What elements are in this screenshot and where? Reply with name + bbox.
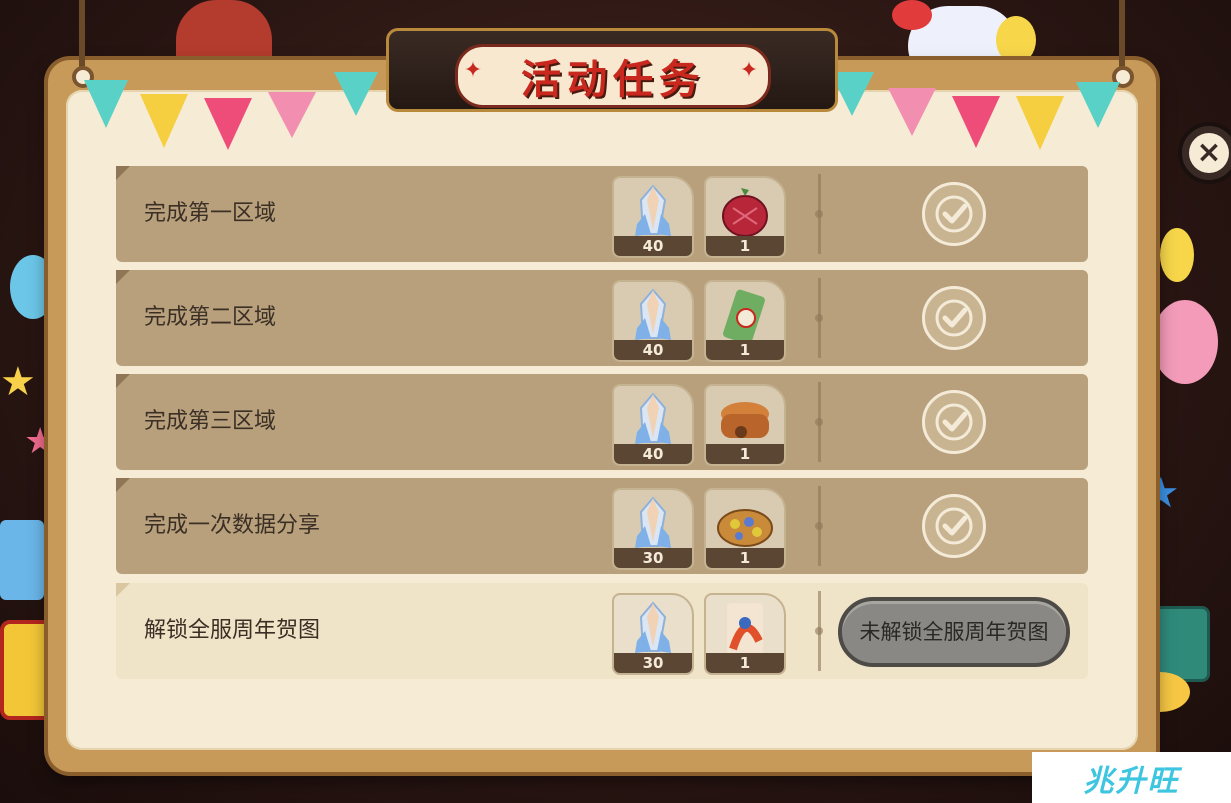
reward-quantity: 1 bbox=[706, 548, 784, 568]
red-gem-fruit-icon bbox=[719, 184, 771, 244]
row-divider-dot bbox=[815, 418, 823, 426]
row-divider-dot bbox=[815, 522, 823, 530]
locked-status-label: 未解锁全服周年贺图 bbox=[859, 620, 1049, 644]
claimed-check-icon bbox=[922, 182, 986, 246]
watermark-text: 兆升旺 bbox=[1083, 763, 1180, 799]
row-corner-notch bbox=[116, 583, 130, 597]
task-row: 解锁全服周年贺图 30 1 未解锁全服周年贺图 bbox=[116, 583, 1088, 679]
balloon-right-icon bbox=[1152, 300, 1218, 384]
balloon-yellow-icon bbox=[1160, 228, 1194, 282]
flag-icon bbox=[84, 80, 128, 128]
task-label: 完成第二区域 bbox=[144, 305, 277, 330]
task-row: 完成第三区域 40 1 bbox=[116, 374, 1088, 470]
star-yellow-icon: ★ bbox=[0, 359, 36, 405]
task-label: 完成第三区域 bbox=[144, 409, 277, 434]
row-divider-dot bbox=[815, 210, 823, 218]
close-button[interactable]: × bbox=[1178, 122, 1231, 184]
gift-box-blue-icon bbox=[0, 520, 44, 600]
task-label: 解锁全服周年贺图 bbox=[144, 618, 321, 643]
reward-quantity: 40 bbox=[614, 444, 692, 464]
row-corner-notch bbox=[116, 478, 130, 492]
flag-icon bbox=[1076, 82, 1120, 128]
reward-quantity: 30 bbox=[614, 548, 692, 568]
claimed-check-icon bbox=[922, 494, 986, 558]
reward-quantity: 1 bbox=[706, 653, 784, 673]
task-label: 完成一次数据分享 bbox=[144, 513, 321, 538]
task-label: 完成第一区域 bbox=[144, 201, 277, 226]
pie-icon bbox=[715, 496, 775, 556]
balloon-red-top-icon bbox=[892, 0, 932, 30]
title-plate: 活动任务 bbox=[455, 44, 771, 108]
task-row: 完成一次数据分享 30 1 bbox=[116, 478, 1088, 574]
reward-quantity: 1 bbox=[706, 444, 784, 464]
flag-icon bbox=[952, 96, 1000, 148]
row-divider-dot bbox=[815, 314, 823, 322]
page-title: 活动任务 bbox=[521, 57, 705, 103]
sparkle-icon: ✦ bbox=[739, 58, 759, 83]
reward-item[interactable]: 1 bbox=[704, 176, 786, 258]
post-right-pole bbox=[1119, 0, 1125, 72]
reward-quantity: 1 bbox=[706, 340, 784, 360]
reward-item[interactable]: 1 bbox=[704, 593, 786, 675]
balloon-yellow-top-icon bbox=[996, 16, 1036, 64]
row-corner-notch bbox=[116, 270, 130, 284]
reward-item[interactable]: 1 bbox=[704, 280, 786, 362]
crystal-icon bbox=[629, 601, 677, 661]
locked-status-button[interactable]: 未解锁全服周年贺图 bbox=[838, 597, 1070, 667]
crystal-icon bbox=[629, 392, 677, 452]
reward-item[interactable]: 40 bbox=[612, 384, 694, 466]
claimed-check-icon bbox=[922, 390, 986, 454]
row-corner-notch bbox=[116, 374, 130, 388]
crystal-icon bbox=[629, 184, 677, 244]
reward-item[interactable]: 30 bbox=[612, 488, 694, 570]
row-corner-notch bbox=[116, 166, 130, 180]
reward-item[interactable]: 40 bbox=[612, 176, 694, 258]
task-row: 完成第二区域 40 1 bbox=[116, 270, 1088, 366]
flag-icon bbox=[268, 92, 316, 138]
reward-item[interactable]: 40 bbox=[612, 280, 694, 362]
character-card-icon bbox=[719, 601, 771, 661]
watermark: 兆升旺 bbox=[1032, 752, 1231, 803]
task-row: 完成第一区域 40 1 bbox=[116, 166, 1088, 262]
row-divider-dot bbox=[815, 627, 823, 635]
reward-item[interactable]: 1 bbox=[704, 488, 786, 570]
flag-icon bbox=[334, 72, 378, 116]
crystal-icon bbox=[629, 496, 677, 556]
flag-icon bbox=[888, 88, 936, 136]
bread-cake-icon bbox=[717, 392, 773, 452]
reward-item[interactable]: 1 bbox=[704, 384, 786, 466]
reward-item[interactable]: 30 bbox=[612, 593, 694, 675]
post-left-pole bbox=[79, 0, 85, 72]
claimed-check-icon bbox=[922, 286, 986, 350]
reward-quantity: 40 bbox=[614, 236, 692, 256]
close-icon: × bbox=[1189, 133, 1229, 173]
crystal-icon bbox=[629, 288, 677, 348]
ticket-icon bbox=[719, 288, 771, 348]
flag-icon bbox=[1016, 96, 1064, 150]
reward-quantity: 1 bbox=[706, 236, 784, 256]
reward-quantity: 40 bbox=[614, 340, 692, 360]
flag-icon bbox=[204, 98, 252, 150]
flag-icon bbox=[140, 94, 188, 148]
reward-quantity: 30 bbox=[614, 653, 692, 673]
sparkle-icon: ✦ bbox=[463, 58, 483, 83]
